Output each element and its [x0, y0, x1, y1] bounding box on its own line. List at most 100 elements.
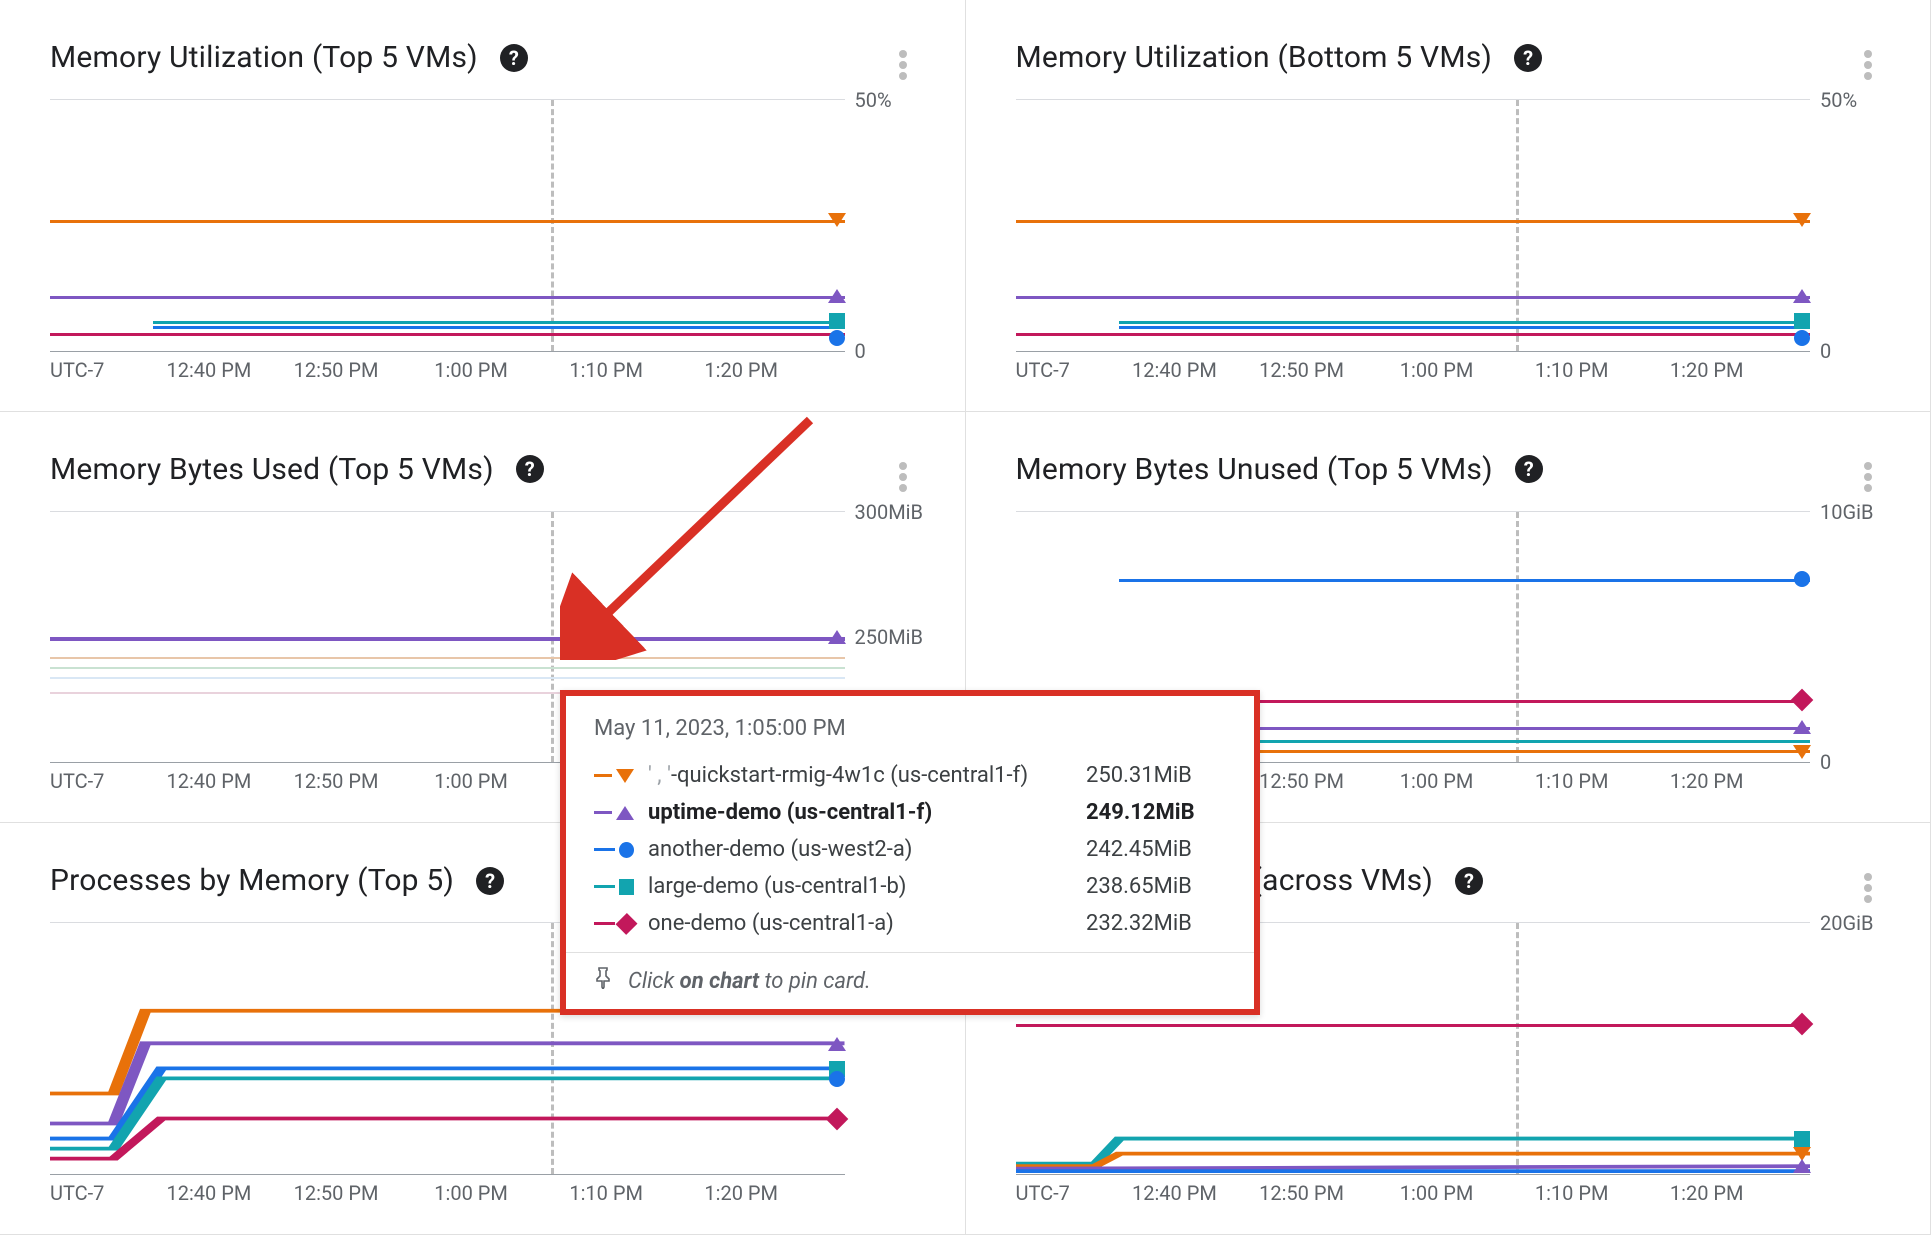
x-tick: 1:10 PM: [1535, 769, 1609, 793]
x-tick: 12:50 PM: [294, 358, 379, 382]
y-tick-bottom: 250MiB: [855, 625, 915, 649]
more-vert-icon[interactable]: [891, 50, 915, 80]
tooltip-row: large-demo (us-central1-b) 238.65MiB: [594, 868, 1226, 905]
help-icon[interactable]: ?: [476, 867, 504, 895]
series-marker: [1793, 289, 1811, 303]
triangle-down-icon: [616, 769, 634, 783]
series-marker: [1794, 313, 1810, 329]
tz-label: UTC-7: [50, 769, 104, 793]
x-tick: 12:50 PM: [1259, 1181, 1344, 1205]
x-tick: 1:20 PM: [1670, 358, 1744, 382]
x-axis: UTC-7 12:40 PM 12:50 PM 1:00 PM 1:10 PM …: [1016, 351, 1811, 391]
tooltip-value: 250.31MiB: [1086, 763, 1226, 788]
square-icon: [619, 879, 634, 895]
tz-label: UTC-7: [1016, 358, 1070, 382]
chart-area[interactable]: 50% 0 UTC-7 12:40 PM 12:50 PM 1:00 PM 1:…: [1016, 99, 1881, 391]
panel-title: Processes by Memory (Top 5): [50, 863, 454, 898]
series-marker: [828, 289, 846, 303]
series-marker: [1793, 720, 1811, 734]
series-marker: [1793, 745, 1811, 759]
panel-title: Memory Bytes Unused (Top 5 VMs): [1016, 452, 1493, 487]
series-marker: [1793, 1159, 1811, 1173]
panel-title: Memory Utilization (Top 5 VMs): [50, 40, 478, 75]
tz-label: UTC-7: [50, 1181, 104, 1205]
x-tick: 12:50 PM: [294, 1181, 379, 1205]
x-tick: 1:00 PM: [434, 1181, 508, 1205]
tooltip-label: large-demo (us-central1-b): [648, 874, 1072, 899]
series-line-faint: [50, 677, 845, 679]
x-tick: 1:00 PM: [1400, 1181, 1474, 1205]
chart-area[interactable]: 50% 0 UTC-7 12:40 PM 12:50 PM 1:00 PM 1:…: [50, 99, 915, 391]
tooltip-footer-bold: on chart: [680, 969, 759, 994]
tooltip-row: another-demo (us-west2-a) 242.45MiB: [594, 831, 1226, 868]
tooltip-row: uptime-demo (us-central1-f) 249.12MiB: [594, 794, 1226, 831]
help-icon[interactable]: ?: [500, 44, 528, 72]
series-marker: [1791, 688, 1814, 711]
plot[interactable]: 50% 0: [50, 99, 845, 351]
more-vert-icon[interactable]: [1856, 50, 1880, 80]
series-line-faint: [50, 667, 845, 669]
x-tick: 12:40 PM: [1132, 358, 1217, 382]
series-marker: [828, 630, 846, 644]
series-line: [50, 220, 845, 223]
tooltip-value: 249.12MiB: [1086, 800, 1226, 825]
panel-mem-util-top: Memory Utilization (Top 5 VMs) ? 50% 0 U…: [0, 0, 966, 412]
series-line: [153, 321, 844, 324]
panel-title: Memory Utilization (Bottom 5 VMs): [1016, 40, 1493, 75]
x-tick: 1:20 PM: [1670, 769, 1744, 793]
help-icon[interactable]: ?: [1514, 44, 1542, 72]
tooltip-footer-text: to pin card.: [759, 969, 871, 994]
x-tick: 12:50 PM: [294, 769, 379, 793]
more-vert-icon[interactable]: [1856, 462, 1880, 492]
x-tick: 12:40 PM: [166, 358, 251, 382]
y-tick-top: 50%: [1820, 88, 1880, 112]
more-vert-icon[interactable]: [1856, 873, 1880, 903]
x-tick: 1:00 PM: [1400, 358, 1474, 382]
pin-icon: [594, 967, 612, 995]
series-marker: [1794, 571, 1810, 587]
series-marker: [1794, 330, 1810, 346]
series-marker: [829, 313, 845, 329]
plot[interactable]: 50% 0: [1016, 99, 1811, 351]
series-marker: [1793, 213, 1811, 227]
scanline: [551, 100, 554, 351]
tooltip-timestamp: May 11, 2023, 1:05:00 PM: [594, 716, 1226, 741]
series-marker: [829, 330, 845, 346]
tooltip-value: 232.32MiB: [1086, 911, 1226, 936]
y-tick-top: 50%: [855, 88, 915, 112]
x-tick: 1:10 PM: [569, 358, 643, 382]
more-vert-icon[interactable]: [891, 462, 915, 492]
help-icon[interactable]: ?: [516, 455, 544, 483]
chart-tooltip: May 11, 2023, 1:05:00 PM ' , '-quickstar…: [560, 690, 1260, 1015]
y-tick-bottom: 0: [855, 339, 915, 363]
tooltip-footer-text: Click: [628, 969, 680, 994]
x-tick: 1:00 PM: [1400, 769, 1474, 793]
tooltip-value: 238.65MiB: [1086, 874, 1226, 899]
series-line-faint: [50, 657, 845, 659]
series-line: [1119, 326, 1810, 329]
tooltip-footer: Click on chart to pin card.: [566, 952, 1254, 1009]
help-icon[interactable]: ?: [1455, 867, 1483, 895]
x-tick: 12:50 PM: [1259, 358, 1344, 382]
y-tick-top: 20GiB: [1820, 911, 1880, 935]
series-line: [1016, 296, 1811, 299]
x-tick: 1:20 PM: [1670, 1181, 1744, 1205]
y-tick-top: 300MiB: [855, 500, 915, 524]
scanline: [1516, 100, 1519, 351]
series-marker: [828, 213, 846, 227]
x-axis: UTC-7 12:40 PM 12:50 PM 1:00 PM 1:10 PM …: [50, 351, 845, 391]
x-tick: 12:50 PM: [1259, 769, 1344, 793]
series-line: [1016, 333, 1811, 336]
series-line: [1119, 321, 1810, 324]
x-tick: 12:40 PM: [166, 769, 251, 793]
x-tick: 12:40 PM: [166, 1181, 251, 1205]
triangle-up-icon: [616, 806, 634, 820]
tz-label: UTC-7: [50, 358, 104, 382]
series-line-highlight: [50, 637, 845, 641]
diamond-icon: [615, 912, 637, 934]
series-marker: [828, 1037, 846, 1051]
tooltip-label: another-demo (us-west2-a): [648, 837, 1072, 862]
tooltip-row: one-demo (us-central1-a) 232.32MiB: [594, 905, 1226, 942]
help-icon[interactable]: ?: [1515, 455, 1543, 483]
x-axis: UTC-7 12:40 PM 12:50 PM 1:00 PM 1:10 PM …: [50, 1174, 845, 1214]
